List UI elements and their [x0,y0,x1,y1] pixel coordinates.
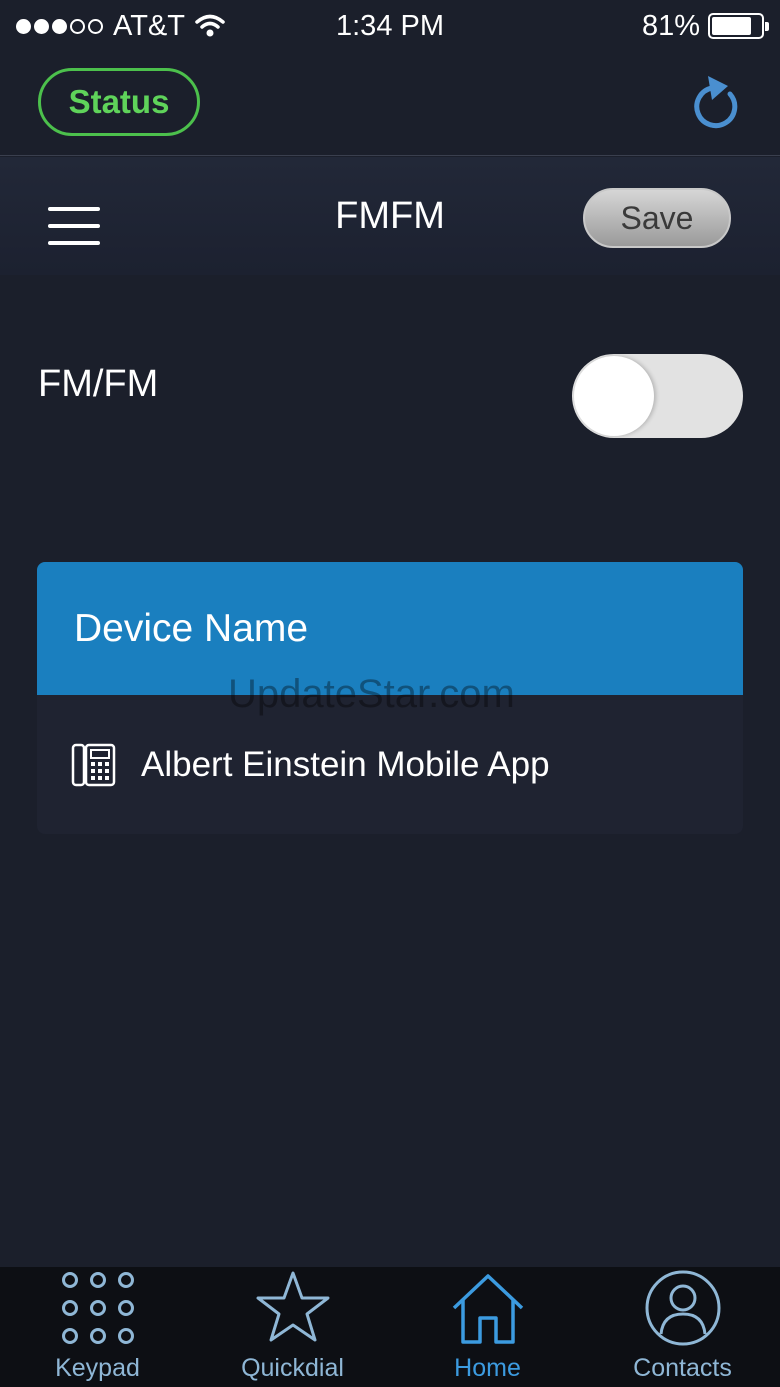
status-bar: AT&T 1:34 PM 81% [0,0,780,52]
home-icon [452,1273,523,1344]
bottom-navigation: Keypad Quickdial Home Contacts [0,1267,780,1387]
refresh-icon [694,76,738,129]
tab-label: Home [454,1354,521,1382]
fmfm-toggle[interactable] [572,354,743,438]
refresh-button[interactable] [690,72,748,134]
tab-label: Contacts [633,1354,732,1382]
menu-line [48,241,100,245]
device-name: Albert Einstein Mobile App [141,744,550,784]
desk-phone-icon [71,743,116,786]
tab-home[interactable]: Home [390,1267,585,1387]
save-button[interactable]: Save [583,188,731,248]
app-bar: Status [0,52,780,156]
device-row[interactable]: Albert Einstein Mobile App [37,695,743,834]
tab-label: Quickdial [241,1354,344,1382]
battery-level [712,17,751,35]
battery-icon [708,13,769,39]
wifi-icon [195,14,225,37]
device-table-header: Device Name [37,562,743,695]
signal-strength-icon [16,18,103,34]
device-table: Device Name Albert Einstein Mobile App [37,562,743,834]
page-header: FMFM Save [0,157,780,275]
fmfm-toggle-label: FM/FM [38,363,159,405]
keypad-icon [61,1271,134,1344]
tab-quickdial[interactable]: Quickdial [195,1267,390,1387]
battery-percent: 81% [641,9,700,42]
status-button[interactable]: Status [38,68,200,136]
status-bar-right: 81% [641,9,769,43]
contacts-icon [645,1270,720,1345]
tab-label: Keypad [55,1354,140,1382]
star-icon [256,1271,329,1341]
toggle-knob [574,356,654,436]
tab-contacts[interactable]: Contacts [585,1267,780,1387]
carrier-name: AT&T [113,9,185,42]
status-bar-left: AT&T [16,10,225,43]
tab-keypad[interactable]: Keypad [0,1267,195,1387]
